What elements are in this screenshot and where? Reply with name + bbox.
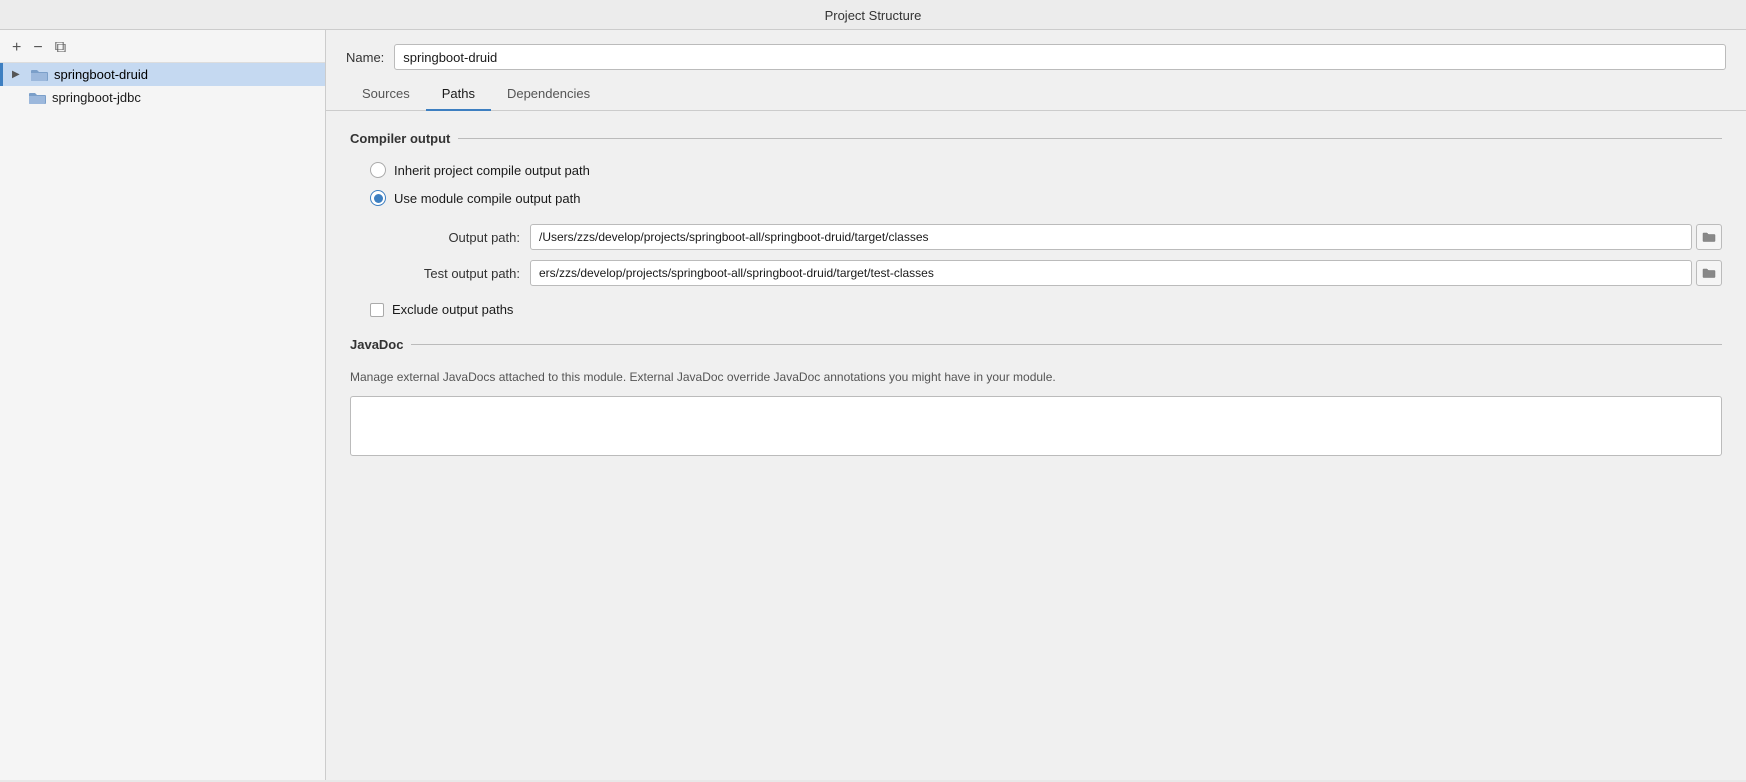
output-path-browse-button[interactable] xyxy=(1696,224,1722,250)
tab-sources[interactable]: Sources xyxy=(346,80,426,111)
output-path-input[interactable] xyxy=(530,224,1692,250)
radio-use-module[interactable]: Use module compile output path xyxy=(370,190,1722,206)
sidebar-item-springboot-druid[interactable]: ▶ springboot-druid xyxy=(0,63,325,86)
copy-module-button[interactable]: ⧉ xyxy=(53,40,68,56)
sidebar-toolbar: + − ⧉ xyxy=(0,34,325,63)
tab-paths[interactable]: Paths xyxy=(426,80,491,111)
add-module-button[interactable]: + xyxy=(10,40,23,56)
sidebar-item-label-druid: springboot-druid xyxy=(54,67,148,82)
javadoc-section: JavaDoc Manage external JavaDocs attache… xyxy=(350,337,1722,456)
test-output-path-label: Test output path: xyxy=(390,266,520,281)
exclude-checkbox[interactable] xyxy=(370,303,384,317)
tab-dependencies[interactable]: Dependencies xyxy=(491,80,606,111)
test-output-path-input[interactable] xyxy=(530,260,1692,286)
radio-inherit-label: Inherit project compile output path xyxy=(394,163,590,178)
javadoc-list-box xyxy=(350,396,1722,456)
output-path-input-wrapper xyxy=(530,224,1722,250)
test-output-path-input-wrapper xyxy=(530,260,1722,286)
arrow-icon: ▶ xyxy=(12,69,24,80)
right-panel: Name: Sources Paths Dependencies Compile… xyxy=(326,30,1746,780)
sidebar-item-label-jdbc: springboot-jdbc xyxy=(52,90,141,105)
panel-content: Compiler output Inherit project compile … xyxy=(326,111,1746,780)
name-input[interactable] xyxy=(394,44,1726,70)
test-output-path-browse-button[interactable] xyxy=(1696,260,1722,286)
test-output-path-row: Test output path: xyxy=(390,260,1722,286)
selected-bar xyxy=(0,63,3,86)
radio-use-module-inner xyxy=(374,194,383,203)
radio-group: Inherit project compile output path Use … xyxy=(370,162,1722,206)
compiler-output-title: Compiler output xyxy=(350,131,450,146)
path-rows: Output path: Test output path: xyxy=(390,224,1722,286)
radio-inherit[interactable]: Inherit project compile output path xyxy=(370,162,1722,178)
javadoc-divider xyxy=(411,344,1722,345)
javadoc-title: JavaDoc xyxy=(350,337,403,352)
remove-module-button[interactable]: − xyxy=(31,40,44,56)
exclude-checkbox-row[interactable]: Exclude output paths xyxy=(370,302,1722,317)
folder-icon-jdbc xyxy=(28,91,46,105)
name-label: Name: xyxy=(346,50,384,65)
javadoc-header: JavaDoc xyxy=(350,337,1722,352)
tabs-bar: Sources Paths Dependencies xyxy=(326,80,1746,111)
window-title: Project Structure xyxy=(825,8,922,23)
sidebar: + − ⧉ ▶ springboot-druid xyxy=(0,30,326,780)
name-row: Name: xyxy=(326,30,1746,80)
javadoc-description: Manage external JavaDocs attached to thi… xyxy=(350,368,1722,386)
compiler-output-header: Compiler output xyxy=(350,131,1722,146)
sidebar-item-springboot-jdbc[interactable]: springboot-jdbc xyxy=(0,86,325,109)
output-path-row: Output path: xyxy=(390,224,1722,250)
section-divider xyxy=(458,138,1722,139)
radio-use-module-button[interactable] xyxy=(370,190,386,206)
exclude-checkbox-label: Exclude output paths xyxy=(392,302,513,317)
output-path-label: Output path: xyxy=(390,230,520,245)
radio-use-module-label: Use module compile output path xyxy=(394,191,580,206)
radio-inherit-button[interactable] xyxy=(370,162,386,178)
title-bar: Project Structure xyxy=(0,0,1746,30)
folder-icon xyxy=(30,68,48,82)
